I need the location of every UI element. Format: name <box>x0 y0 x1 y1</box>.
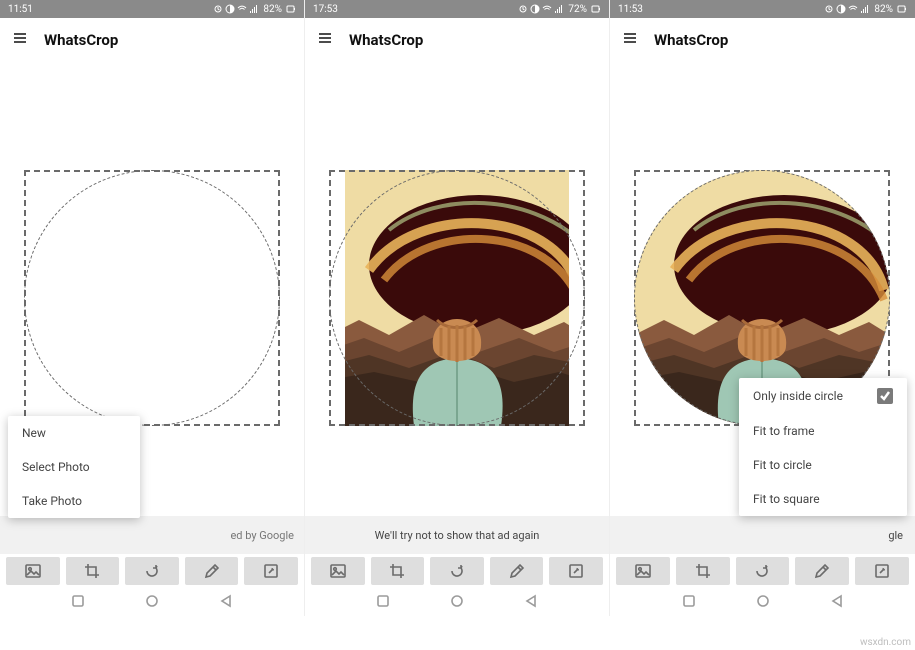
panels-row: 11:51 82% WhatsCrop New Select Photo <box>0 0 915 616</box>
menu-button[interactable] <box>622 30 638 50</box>
status-time: 11:51 <box>8 4 33 15</box>
checkbox-checked-icon <box>877 388 893 404</box>
nav-home[interactable] <box>145 593 159 612</box>
status-time: 11:53 <box>618 4 643 15</box>
nav-back[interactable] <box>830 593 844 612</box>
signal-icon <box>554 4 564 14</box>
rotate-button[interactable] <box>430 557 484 585</box>
image-button[interactable] <box>6 557 60 585</box>
rotate-button[interactable] <box>736 557 790 585</box>
image-button[interactable] <box>616 557 670 585</box>
menu-button[interactable] <box>317 30 333 50</box>
nav-back[interactable] <box>524 593 538 612</box>
alarm-icon <box>213 4 223 14</box>
crop-canvas[interactable] <box>329 170 585 426</box>
signal-icon <box>249 4 259 14</box>
android-navbar <box>610 588 915 616</box>
ad-text: gle <box>888 529 903 542</box>
edit-box-button[interactable] <box>855 557 909 585</box>
image-button[interactable] <box>311 557 365 585</box>
menu-item-new[interactable]: New <box>8 416 140 450</box>
ad-strip[interactable]: ed by Google <box>0 516 304 554</box>
android-navbar <box>0 588 304 616</box>
ad-strip[interactable]: gle <box>610 516 915 554</box>
menu-item-fit-to-circle[interactable]: Fit to circle <box>739 448 907 482</box>
status-bar: 17:53 72% <box>305 0 609 18</box>
menu-item-fit-to-square[interactable]: Fit to square <box>739 482 907 516</box>
android-navbar <box>305 588 609 616</box>
ad-strip[interactable]: We'll try not to show that ad again <box>305 516 609 554</box>
status-right: 82% <box>824 4 907 15</box>
ad-text: We'll try not to show that ad again <box>375 529 540 542</box>
app-bar: WhatsCrop <box>305 18 609 62</box>
contrast-icon <box>225 4 235 14</box>
menu-item-select-photo[interactable]: Select Photo <box>8 450 140 484</box>
ad-text: ed by Google <box>230 529 294 542</box>
app-bar: WhatsCrop <box>610 18 915 62</box>
wifi-icon <box>848 4 858 14</box>
battery-icon <box>591 4 601 14</box>
status-bar: 11:53 82% <box>610 0 915 18</box>
battery-pct: 72% <box>568 4 587 15</box>
nav-recents[interactable] <box>71 593 85 612</box>
crop-circle <box>329 170 585 426</box>
nav-recents[interactable] <box>376 593 390 612</box>
wifi-icon <box>237 4 247 14</box>
menu-item-only-inside-circle[interactable]: Only inside circle <box>739 378 907 414</box>
menu-item-fit-to-frame[interactable]: Fit to frame <box>739 414 907 448</box>
menu-item-take-photo[interactable]: Take Photo <box>8 484 140 518</box>
menu-button[interactable] <box>12 30 28 50</box>
signal-icon <box>860 4 870 14</box>
nav-home[interactable] <box>450 593 464 612</box>
wifi-icon <box>542 4 552 14</box>
alarm-icon <box>824 4 834 14</box>
status-bar: 11:51 82% <box>0 0 304 18</box>
pencil-button[interactable] <box>185 557 239 585</box>
crop-button[interactable] <box>371 557 425 585</box>
rotate-button[interactable] <box>125 557 179 585</box>
crop-button[interactable] <box>676 557 730 585</box>
alarm-icon <box>518 4 528 14</box>
fit-menu: Only inside circle Fit to frame Fit to c… <box>739 378 907 516</box>
status-right: 82% <box>213 4 296 15</box>
app-title: WhatsCrop <box>654 31 728 49</box>
crop-circle <box>24 170 280 426</box>
edit-box-button[interactable] <box>549 557 603 585</box>
contrast-icon <box>530 4 540 14</box>
status-time: 17:53 <box>313 4 338 15</box>
edit-box-button[interactable] <box>244 557 298 585</box>
panel-2: 17:53 72% WhatsCrop We'll <box>305 0 610 616</box>
watermark: wsxdn.com <box>860 637 911 648</box>
battery-pct: 82% <box>874 4 893 15</box>
crop-canvas[interactable] <box>24 170 280 426</box>
battery-pct: 82% <box>263 4 282 15</box>
app-title: WhatsCrop <box>44 31 118 49</box>
panel-3: 11:53 82% WhatsCrop <box>610 0 915 616</box>
bottom-toolbar <box>305 554 609 588</box>
battery-icon <box>897 4 907 14</box>
pencil-button[interactable] <box>795 557 849 585</box>
nav-home[interactable] <box>756 593 770 612</box>
bottom-toolbar <box>0 554 304 588</box>
contrast-icon <box>836 4 846 14</box>
bottom-toolbar <box>610 554 915 588</box>
crop-button[interactable] <box>66 557 120 585</box>
new-menu: New Select Photo Take Photo <box>8 416 140 518</box>
pencil-button[interactable] <box>490 557 544 585</box>
battery-icon <box>286 4 296 14</box>
nav-recents[interactable] <box>682 593 696 612</box>
app-title: WhatsCrop <box>349 31 423 49</box>
status-right: 72% <box>518 4 601 15</box>
app-bar: WhatsCrop <box>0 18 304 62</box>
nav-back[interactable] <box>219 593 233 612</box>
panel-1: 11:51 82% WhatsCrop New Select Photo <box>0 0 305 616</box>
